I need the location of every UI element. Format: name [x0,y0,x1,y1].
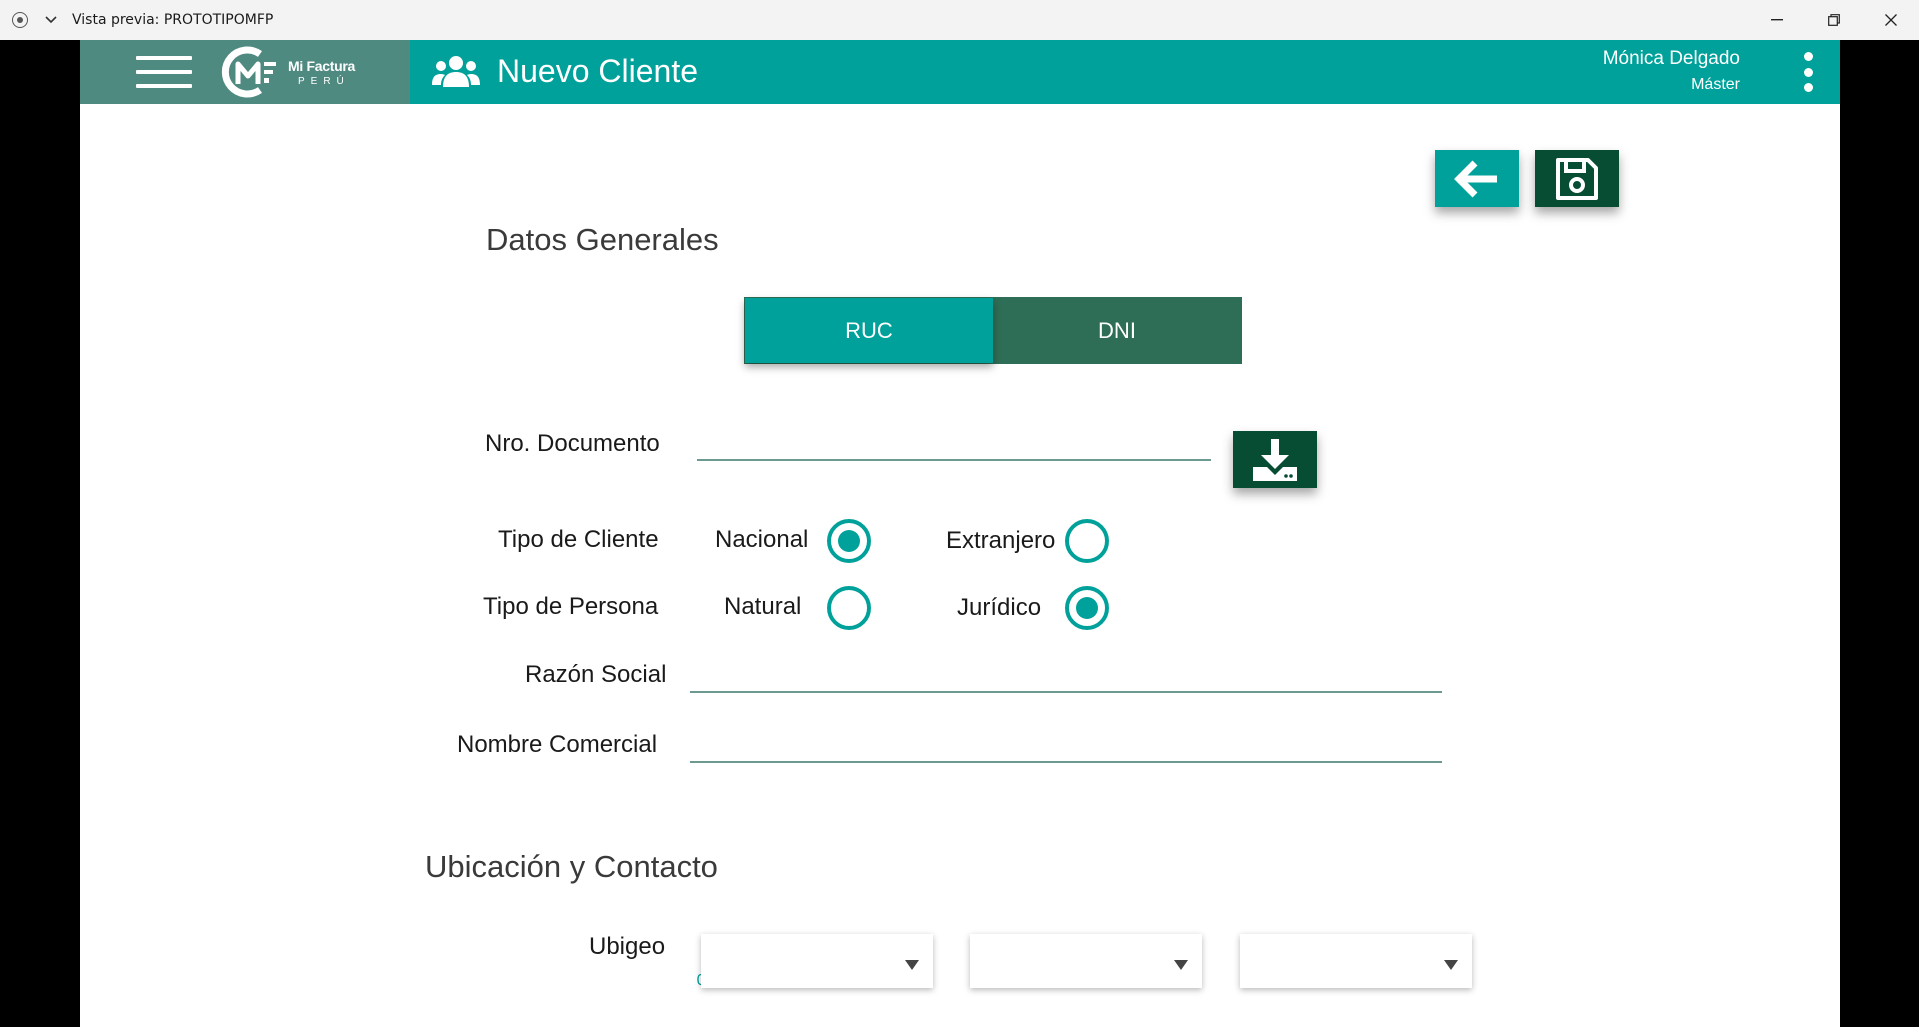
arrow-left-icon [1454,160,1497,197]
more-options-icon[interactable] [1802,52,1814,92]
doc-type-ruc[interactable]: RUC [745,298,993,363]
brand-panel: Mi Factura PERÚ [80,40,410,104]
mf-logo-icon [221,46,276,98]
minimize-icon [1770,19,1783,21]
user-role: Máster [1691,76,1740,93]
razon-social-input[interactable] [690,691,1442,693]
dropdown-arrow-icon [1444,960,1458,970]
restore-icon [1827,14,1840,26]
nro-documento-label: Nro. Documento [485,430,660,457]
window-title: Vista previa: PROTOTIPOMFP [72,12,274,28]
tipo-persona-label: Tipo de Persona [483,593,659,620]
mi-factura-logo: Mi Factura PERÚ [220,46,380,98]
user-name: Mónica Delgado [1602,48,1740,69]
radio-extranjero[interactable] [1065,519,1109,563]
brand-line2: PERÚ [298,76,350,87]
doc-type-dni[interactable]: DNI [993,298,1241,363]
ubigeo-label: Ubigeo [589,933,666,960]
radio-juridico-label: Jurídico [957,594,1042,621]
minimize-button[interactable] [1748,0,1805,40]
app-header: Mi Factura PERÚ Nuevo Cliente Mónica Del… [80,40,1840,104]
ubigeo-province-select[interactable] [970,934,1202,988]
close-button[interactable] [1862,0,1919,40]
radio-natural[interactable] [827,586,871,630]
section-title-ubicacion: Ubicación y Contacto [425,849,718,884]
section-title-datos-generales: Datos Generales [486,222,719,257]
restore-button[interactable] [1805,0,1862,40]
radio-nacional[interactable] [827,519,871,563]
brand-line1: Mi Factura [288,58,356,74]
nro-documento-input[interactable] [697,459,1211,461]
radio-nacional-label: Nacional [715,526,809,553]
window-titlebar: Vista previa: PROTOTIPOMFP [0,0,1919,40]
nombre-comercial-label: Nombre Comercial [457,731,658,758]
floppy-disk-icon [1556,157,1598,200]
app-window: Mi Factura PERÚ Nuevo Cliente Mónica Del… [80,40,1840,1027]
chevron-down-icon[interactable] [44,13,58,27]
radio-juridico[interactable] [1065,586,1109,630]
radio-extranjero-label: Extranjero [946,527,1056,554]
record-icon [12,12,28,28]
close-icon [1884,14,1897,26]
save-button[interactable] [1535,150,1619,207]
tipo-cliente-label: Tipo de Cliente [498,526,659,553]
nombre-comercial-input[interactable] [690,761,1442,763]
razon-social-label: Razón Social [525,661,667,688]
dropdown-arrow-icon [1174,960,1188,970]
dropdown-arrow-icon [905,960,919,970]
download-icon [1253,438,1297,481]
page-title: Nuevo Cliente [497,53,698,89]
hamburger-menu-icon[interactable] [136,56,192,88]
doc-type-toggle: RUC DNI [744,297,1242,364]
ubigeo-department-select[interactable] [701,934,933,988]
fetch-document-button[interactable] [1233,431,1317,488]
back-button[interactable] [1435,150,1519,207]
users-icon [432,54,480,90]
ubigeo-district-select[interactable] [1240,934,1472,988]
radio-natural-label: Natural [724,593,802,620]
